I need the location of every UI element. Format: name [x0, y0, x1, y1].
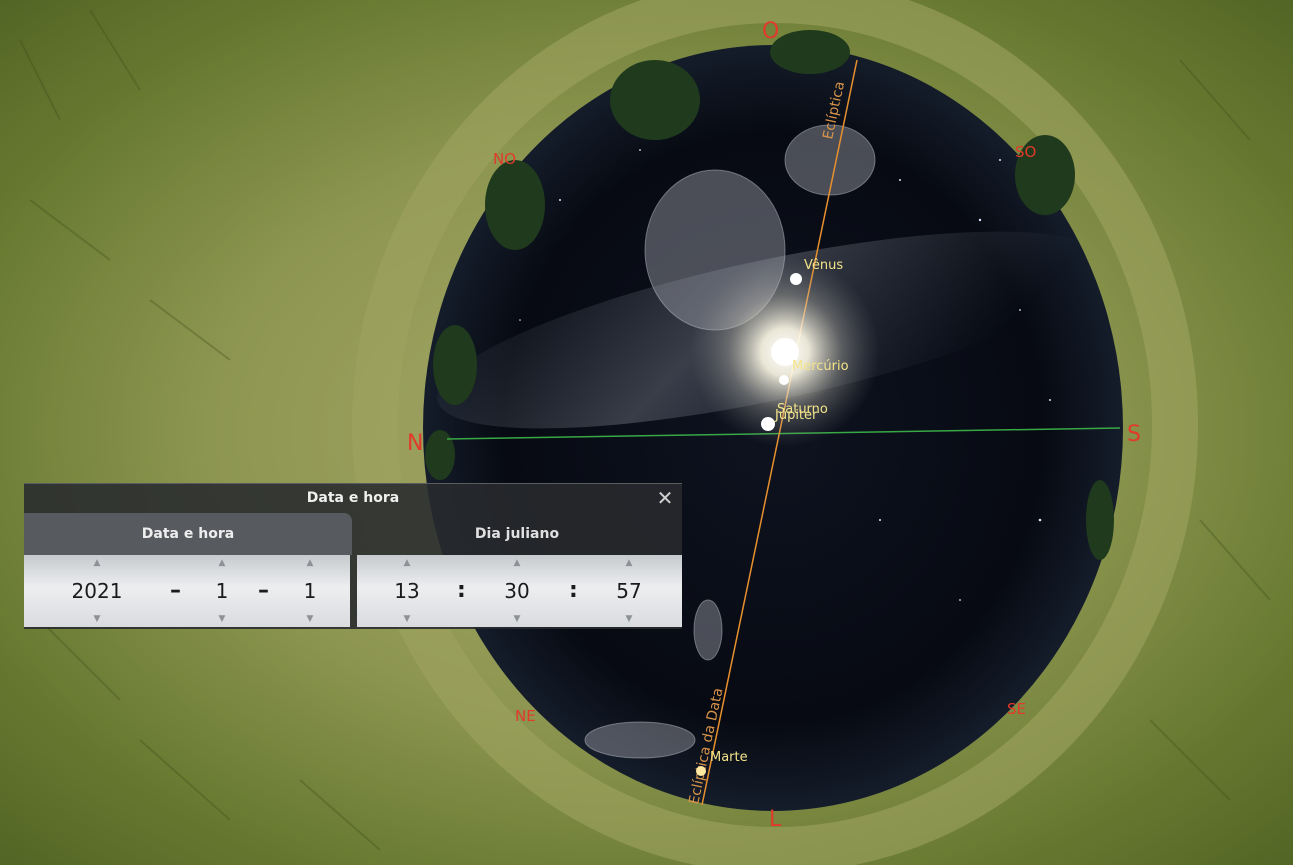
year-increment-icon[interactable]: ▲: [54, 557, 140, 569]
month-increment-icon[interactable]: ▲: [204, 557, 240, 569]
mars-label: Marte: [710, 750, 748, 765]
compass-southeast: SE: [1007, 700, 1026, 718]
year-value[interactable]: 2021: [54, 577, 140, 605]
month-decrement-icon[interactable]: ▼: [204, 613, 240, 625]
date-separator: –: [258, 578, 269, 603]
jupiter-marker[interactable]: [761, 417, 775, 431]
mars-marker[interactable]: [696, 766, 706, 776]
mercury-label: Mercúrio: [792, 359, 849, 374]
time-panel: ▲ 13 ▼ : ▲ 30 ▼ : ▲ 57 ▼: [357, 555, 682, 627]
venus-marker[interactable]: [790, 273, 802, 285]
date-panel: ▲ 2021 ▼ – ▲ 1 ▼ – ▲ 1 ▼: [24, 555, 350, 627]
minute-value[interactable]: 30: [497, 577, 537, 605]
month-spinner[interactable]: ▲ 1 ▼: [204, 555, 240, 627]
compass-northwest: NO: [493, 150, 516, 168]
minute-decrement-icon[interactable]: ▼: [497, 613, 537, 625]
day-value[interactable]: 1: [292, 577, 328, 605]
compass-north: N: [407, 431, 423, 456]
minute-spinner[interactable]: ▲ 30 ▼: [497, 555, 537, 627]
tab-julian-day[interactable]: Dia juliano: [352, 513, 682, 555]
second-spinner[interactable]: ▲ 57 ▼: [609, 555, 649, 627]
close-icon[interactable]: ✕: [654, 487, 676, 509]
time-separator: :: [569, 578, 578, 603]
day-increment-icon[interactable]: ▲: [292, 557, 328, 569]
day-spinner[interactable]: ▲ 1 ▼: [292, 555, 328, 627]
dialog-title[interactable]: Data e hora: [24, 484, 682, 513]
hour-spinner[interactable]: ▲ 13 ▼: [387, 555, 427, 627]
day-decrement-icon[interactable]: ▼: [292, 613, 328, 625]
jupiter-label: Júpiter: [774, 408, 818, 423]
hour-increment-icon[interactable]: ▲: [387, 557, 427, 569]
minute-increment-icon[interactable]: ▲: [497, 557, 537, 569]
compass-south: S: [1127, 422, 1141, 447]
time-separator: :: [457, 578, 466, 603]
date-separator: –: [170, 578, 181, 603]
hour-decrement-icon[interactable]: ▼: [387, 613, 427, 625]
compass-southwest: SO: [1015, 143, 1036, 161]
second-value[interactable]: 57: [609, 577, 649, 605]
mercury-marker[interactable]: [779, 375, 789, 385]
venus-label: Vênus: [804, 258, 843, 273]
compass-west: O: [762, 19, 779, 44]
month-value[interactable]: 1: [204, 577, 240, 605]
date-time-dialog: Data e hora ✕ Data e hora Dia juliano ▲ …: [24, 483, 682, 629]
compass-northeast: NE: [515, 707, 536, 725]
second-decrement-icon[interactable]: ▼: [609, 613, 649, 625]
second-increment-icon[interactable]: ▲: [609, 557, 649, 569]
year-spinner[interactable]: ▲ 2021 ▼: [54, 555, 140, 627]
tab-date-time[interactable]: Data e hora: [24, 513, 352, 555]
compass-east: L: [769, 807, 782, 832]
sky-view[interactable]: Eclíptica Eclíptica da Data Vênus Mercúr…: [0, 0, 1293, 865]
year-decrement-icon[interactable]: ▼: [54, 613, 140, 625]
hour-value[interactable]: 13: [387, 577, 427, 605]
